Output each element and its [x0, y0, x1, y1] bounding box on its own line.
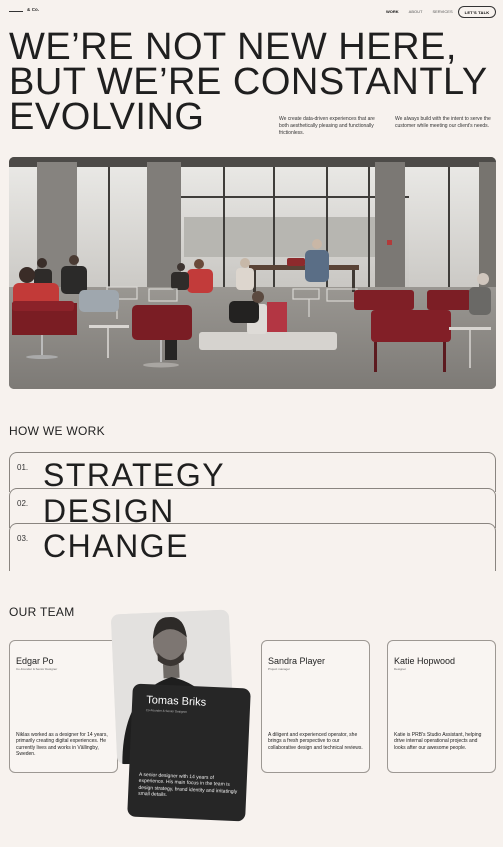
work-item-change[interactable]: 03. CHANGE: [9, 523, 496, 571]
hero-paragraph-1: We create data-driven experiences that a…: [279, 116, 375, 136]
logo-line: [9, 11, 23, 12]
team-member-name: Tomas Briks: [145, 694, 207, 709]
team-member-role: Designer: [394, 667, 407, 671]
hero-title-line: WE’RE NOT NEW HERE,: [9, 26, 457, 68]
office-lounge-photo: [9, 157, 496, 389]
team-member-description: Niklas worked as a designer for 14 years…: [16, 732, 108, 758]
nav-link-about[interactable]: ABOUT: [409, 9, 423, 14]
team-card-katie[interactable]: Katie Hopwood Designer Katie is PRB's St…: [387, 640, 496, 773]
hero-title-line: BUT WE’RE CONSTANTLY: [9, 61, 488, 103]
team-card-edgar[interactable]: Edgar Po Co-Founder & Senior Designer Ni…: [9, 640, 118, 773]
team-member-name: Sandra Player: [268, 656, 326, 666]
team-member-role: Project manager: [268, 667, 291, 671]
nav-link-work[interactable]: WORK: [386, 9, 399, 14]
team-member-role: Co-Founder & Senior Designer: [16, 667, 58, 671]
top-nav: & Co. WORK ABOUT SERVICES LET'S TALK: [0, 0, 503, 24]
logo[interactable]: & Co.: [27, 7, 39, 12]
work-item-design[interactable]: 02. DESIGN: [9, 488, 496, 528]
work-item-number: 03.: [17, 534, 29, 543]
nav-link-services[interactable]: SERVICES: [432, 9, 452, 14]
team-member-role: Co-Founder & Senior Designer: [145, 708, 188, 714]
work-item-number: 02.: [17, 499, 29, 508]
lets-talk-button[interactable]: LET'S TALK: [458, 6, 496, 18]
team-member-name: Edgar Po: [16, 656, 54, 666]
our-team-title: OUR TEAM: [9, 605, 75, 619]
team-card-tomas[interactable]: Tomas Briks Co-Founder & Senior Designer…: [127, 683, 251, 822]
work-item-strategy[interactable]: 01. STRATEGY: [9, 452, 496, 492]
team-member-description: A diligent and experienced operator, she…: [268, 732, 363, 751]
nav-links: WORK ABOUT SERVICES: [386, 9, 453, 14]
how-we-work-title: HOW WE WORK: [9, 424, 105, 438]
team-member-name: Katie Hopwood: [394, 656, 456, 666]
team-member-description: Katie is PRB's Studio Assistant, helping…: [394, 732, 482, 751]
hero-paragraph-2: We always build with the intent to serve…: [395, 116, 491, 129]
work-item-label: CHANGE: [43, 528, 189, 564]
work-item-number: 01.: [17, 463, 29, 472]
work-item-label: STRATEGY: [43, 457, 226, 492]
team-card-sandra[interactable]: Sandra Player Project manager A diligent…: [261, 640, 370, 773]
team-member-description: A senior designer with 14 years of exper…: [138, 771, 238, 799]
